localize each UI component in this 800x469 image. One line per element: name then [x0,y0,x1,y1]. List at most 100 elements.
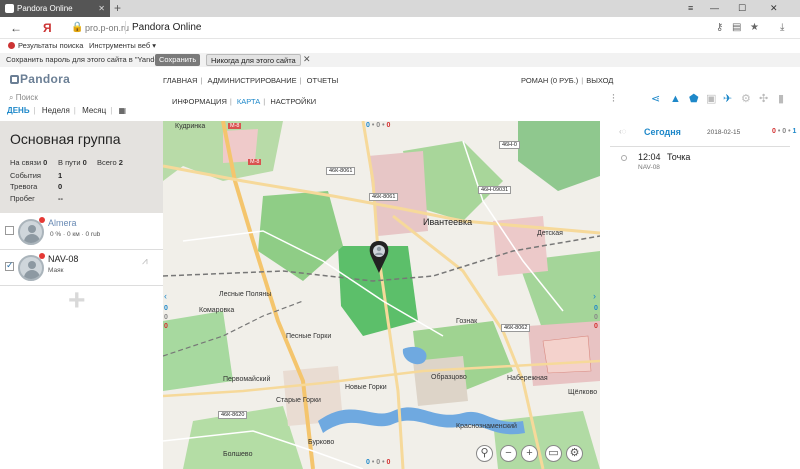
period-day[interactable]: ДЕНЬ [7,106,30,115]
close-password-bar-button[interactable]: ✕ [303,54,311,65]
menu-item-admin[interactable]: АДМИНИСТРИРОВАНИЕ [207,76,296,85]
site-lock-icon[interactable]: 🔒 [71,22,83,33]
reader-mode-icon[interactable]: ▤ [732,22,741,33]
zoom-in-button[interactable]: + [521,445,538,462]
add-car-button[interactable]: + [68,284,86,318]
downloads-icon[interactable]: ⤓ [780,22,784,33]
map-counter-top: 0 • 0 • 0 [366,122,391,129]
yandex-bookmark-icon [8,42,15,49]
browser-tab[interactable]: Pandora Online ✕ [0,0,110,17]
equalizer-icon[interactable]: ⫶ [612,93,615,105]
pandora-logo[interactable]: Pandora [10,72,70,86]
car-list-item-nav08[interactable]: NAV-08 Маяк ⩘ [0,250,163,286]
today-label[interactable]: Сегодня [644,127,681,137]
map-label-goznak: Гознак [456,318,478,325]
car-list-item-almera[interactable]: Almera 0 % · 0 км · 0 rub [0,214,163,250]
group-summary: Основная группа На связи 0 В пути 0 Всег… [0,121,163,213]
map-label-lesnye-polyany: Лесные Поляны [219,291,272,298]
map-left-arrow[interactable]: ‹ [164,291,167,301]
road-label: 46К-8061 [326,167,356,175]
search-box[interactable]: ⌕ Поиск [9,93,38,103]
bookmark-star-icon[interactable]: ★ [750,22,759,33]
car-name[interactable]: Almera [48,218,77,228]
tab-settings[interactable]: НАСТРОЙКИ [270,97,316,106]
car-checkbox-checked[interactable] [5,260,14,271]
layers-button[interactable]: ▭ [545,445,562,462]
menu-item-main[interactable]: ГЛАВНАЯ [163,76,197,85]
today-date: 2018-02-15 [707,129,741,136]
event-car: NAV-08 [638,164,660,171]
address-bar: ← Я 🔒 pro.p-on.ru Pandora Online ⚷ ▤ ★ ⤓ [0,17,800,39]
car-name[interactable]: NAV-08 [48,254,78,264]
event-time[interactable]: 12:04 [638,152,661,162]
fuel-icon[interactable]: ▣ [706,93,716,105]
car-checkbox[interactable] [5,226,14,235]
url-host[interactable]: pro.p-on.ru [85,23,129,33]
road-label: 46К-8620 [218,411,248,419]
stat-mileage-label: Пробег [10,194,35,203]
road-label: 46К-8062 [501,324,531,332]
stat-on-way: В пути 0 [58,158,87,167]
map-right-arrow[interactable]: › [593,291,596,301]
save-password-button[interactable]: Сохранить [155,54,201,66]
sub-menu: ИНФОРМАЦИЯ | КАРТА | НАСТРОЙКИ [172,97,317,106]
search-icon: ⌕ [9,93,14,102]
maximize-button[interactable]: ☐ [738,0,746,17]
avatar [18,219,44,245]
gear-icon[interactable]: ⚙ [741,93,751,105]
fan-icon[interactable]: ✣ [759,93,768,105]
menu-item-reports[interactable]: ОТЧЕТЫ [307,76,339,85]
stat-mileage-value: -- [58,194,63,203]
minimize-button[interactable]: — [710,0,719,17]
period-month[interactable]: Месяц [82,106,106,115]
stat-events-label: События [10,171,41,180]
map-settings-gear-icon[interactable]: ⚙ [566,445,583,462]
password-save-bar: Сохранить пароль для этого сайта в "Yand… [0,53,800,67]
previous-day-button[interactable]: ‹◌ [619,127,626,136]
shield-icon[interactable]: ⬟ [689,93,699,105]
user-menu: РОМАН (0 РУБ.) | ВЫХОД [521,76,614,85]
share-icon[interactable]: ⋖ [651,93,660,105]
bookmark-web-tools[interactable]: Инструменты веб ▾ [89,41,156,50]
map-label-ivanteevka: Ивантеевка [423,217,473,227]
back-button[interactable]: ← [10,20,22,36]
event-title[interactable]: Точка [667,152,690,162]
new-tab-button[interactable]: + [114,0,121,16]
zoom-out-button[interactable]: − [500,445,517,462]
battery-icon[interactable]: ▮ [778,93,784,105]
calendar-icon[interactable]: ▦ [119,106,127,115]
group-title: Основная группа [10,131,121,147]
alert-icon[interactable]: ▲ [670,93,681,105]
map-view[interactable]: Ивантеевка Кудринка Лесные Поляны Комаро… [163,121,600,469]
tab-close-icon[interactable]: ✕ [98,0,105,17]
period-week[interactable]: Неделя [42,106,70,115]
search-input[interactable]: Поиск [16,93,38,102]
stat-events-value: 1 [58,171,63,180]
browser-menu-icon[interactable]: ≡ [688,0,693,17]
stat-online: На связи 0 [10,158,48,167]
logout-link[interactable]: ВЫХОД [586,76,613,85]
close-window-button[interactable]: ✕ [770,0,778,17]
never-save-button[interactable]: Никогда для этого сайта [206,54,301,66]
bookmark-search-results[interactable]: Результаты поиска [8,41,83,50]
key-icon[interactable]: ⚷ [716,22,723,33]
locate-icon[interactable]: ⚲ [476,445,493,462]
signal-icon: ⩘ [142,256,148,267]
url-page-title[interactable]: Pandora Online [132,22,202,33]
tab-title: Pandora Online [17,4,73,13]
map-label-komarovka: Комаровка [199,307,235,314]
engine-icon[interactable]: ✈ [723,93,732,105]
road-label: 46К-8061 [369,193,399,201]
car-type: Маяк [48,267,64,274]
user-account-link[interactable]: РОМАН (0 РУБ.) [521,76,578,85]
lock-icon [10,75,19,84]
tab-info[interactable]: ИНФОРМАЦИЯ [172,97,227,106]
road-label: 46Н-09031 [478,186,512,194]
yandex-button[interactable]: Я [43,20,52,36]
map-label-shchelkovo: Щёлково [568,389,598,396]
map-label-obraztsovo: Образцово [431,374,467,381]
tab-map[interactable]: КАРТА [237,97,260,106]
map-label-burkovo: Бурково [308,439,335,446]
events-panel: ‹◌ Сегодня 2018-02-15 0 • 0 • 1 12:04 То… [600,121,800,469]
avatar [18,255,44,281]
